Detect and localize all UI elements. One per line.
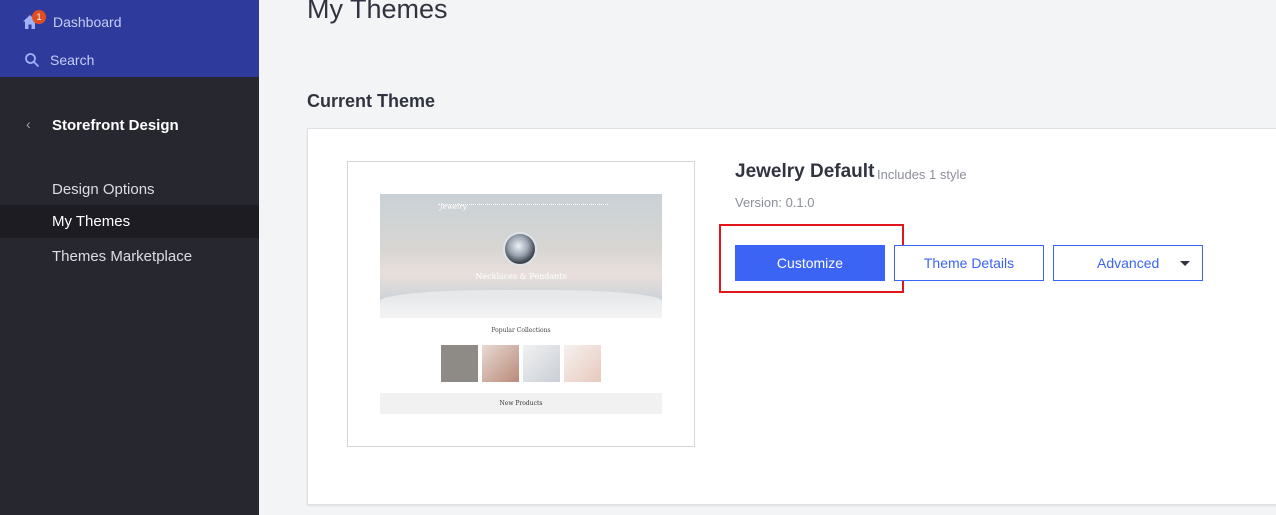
chevron-left-icon[interactable]: ‹: [26, 116, 31, 132]
dashboard-link[interactable]: 1 Dashboard: [0, 7, 259, 37]
preview-logo: Jewelry: [440, 203, 467, 211]
preview-clouds: [380, 290, 662, 318]
sidebar-item-my-themes[interactable]: My Themes: [0, 205, 259, 238]
preview-hero-banner: Jewelry Necklaces & Pendants: [380, 194, 662, 318]
dashboard-label: Dashboard: [53, 14, 122, 30]
section-title: Storefront Design: [52, 117, 179, 134]
search-label: Search: [50, 52, 95, 68]
sidebar-item-label: Design Options: [52, 181, 155, 198]
storefront-section-header[interactable]: ‹ Storefront Design: [0, 110, 259, 140]
theme-version: Version: 0.1.0: [735, 195, 815, 210]
section-heading: Current Theme: [307, 91, 436, 111]
theme-name: Jewelry Default: [735, 161, 875, 182]
sidebar-top-nav: 1 Dashboard Search: [0, 0, 259, 77]
sidebar-item-themes-marketplace[interactable]: Themes Marketplace: [0, 240, 259, 273]
sidebar: 1 Dashboard Search ‹ Storefront Design D…: [0, 0, 259, 515]
sidebar-item-design-options[interactable]: Design Options: [0, 173, 259, 206]
notification-badge: 1: [32, 10, 46, 24]
theme-details-button[interactable]: Theme Details: [894, 245, 1044, 281]
search-link[interactable]: Search: [0, 45, 259, 75]
sidebar-item-label: Themes Marketplace: [52, 248, 193, 265]
theme-preview-image: Jewelry Necklaces & Pendants Popular Col…: [347, 161, 695, 447]
advanced-label: Advanced: [1097, 255, 1160, 271]
search-icon: [25, 53, 40, 68]
preview-hero-text: Necklaces & Pendants: [475, 272, 567, 281]
preview-thumbnail: [523, 345, 560, 382]
preview-thumbnail: [564, 345, 601, 382]
advanced-dropdown-button[interactable]: Advanced: [1053, 245, 1203, 281]
preview-new-products: New Products: [380, 393, 662, 414]
sidebar-item-label: My Themes: [52, 213, 131, 230]
page-title: My Themes: [307, 0, 448, 24]
caret-down-icon[interactable]: [1180, 261, 1190, 266]
preview-thumbnail: [482, 345, 519, 382]
preview-thumbnail: [441, 345, 478, 382]
theme-styles-count: Includes 1 style: [877, 167, 967, 182]
pendant-image: [503, 232, 537, 266]
customize-button[interactable]: Customize: [735, 245, 885, 281]
preview-popular-title: Popular Collections: [491, 327, 551, 334]
